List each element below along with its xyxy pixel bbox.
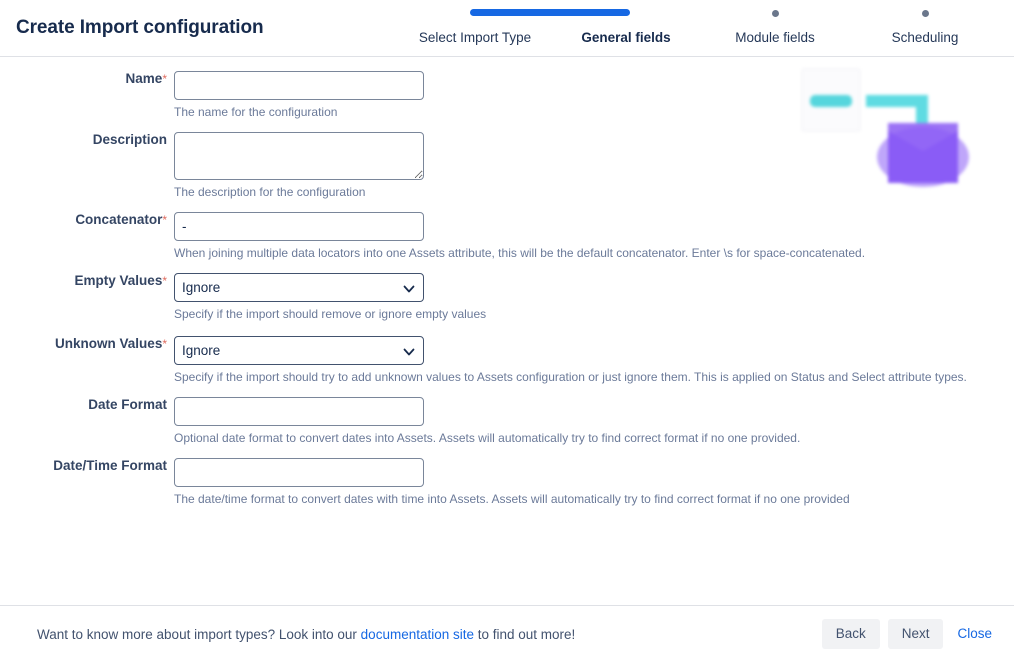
field-name: Name* The name for the configuration	[0, 71, 1014, 119]
import-configuration-wizard: Create Import configuration Select Impor…	[0, 0, 1014, 663]
field-control-empty-values: Ignore Specify if the import should remo…	[174, 273, 1014, 321]
step-scheduling[interactable]: Scheduling	[850, 0, 1000, 46]
step-module-fields[interactable]: Module fields	[700, 0, 850, 46]
step-general-fields[interactable]: General fields	[551, 0, 701, 46]
help-text-concatenator: When joining multiple data locators into…	[174, 246, 866, 260]
step-marker-select-import-type	[395, 0, 630, 22]
step-label-module-fields: Module fields	[735, 30, 815, 45]
name-input[interactable]	[174, 71, 424, 100]
date-format-input[interactable]	[174, 397, 424, 426]
step-label-general-fields: General fields	[581, 30, 671, 45]
field-label-empty-values: Empty Values*	[74, 273, 167, 288]
field-date-time-format: Date/Time Format The date/time format to…	[0, 458, 1014, 506]
footer-note: Want to know more about import types? Lo…	[37, 627, 575, 642]
wizard-step-indicator: Select Import Type General fields Module…	[395, 0, 1014, 57]
step-marker-general-fields	[551, 0, 701, 22]
field-control-unknown-values: Ignore Specify if the import should try …	[174, 336, 1014, 384]
footer-button-group: Back Next Close	[821, 619, 998, 649]
unknown-values-select-wrap[interactable]: Ignore	[174, 336, 424, 365]
field-label-date-time-format: Date/Time Format	[53, 458, 167, 473]
field-control-date-format: Optional date format to convert dates in…	[174, 397, 1014, 445]
field-label-name: Name*	[125, 71, 167, 86]
help-text-date-time-format: The date/time format to convert dates wi…	[174, 492, 850, 506]
field-label-concatenator: Concatenator*	[75, 212, 167, 227]
required-marker: *	[162, 72, 167, 86]
field-concatenator: Concatenator* When joining multiple data…	[0, 212, 1014, 260]
empty-values-select-wrap[interactable]: Ignore	[174, 273, 424, 302]
field-empty-values: Empty Values* Ignore Specify if the impo…	[0, 273, 1014, 321]
step-select-import-type[interactable]: Select Import Type	[395, 0, 630, 46]
field-description: Description The description for the conf…	[0, 132, 1014, 199]
required-marker: *	[162, 213, 167, 227]
required-marker: *	[162, 337, 167, 351]
general-fields-form: Name* The name for the configuration Des…	[0, 57, 1014, 506]
step-dot-icon	[921, 10, 929, 17]
wizard-body: Name* The name for the configuration Des…	[0, 57, 1014, 604]
footer-note-after: to find out more!	[474, 627, 576, 642]
field-control-concatenator: When joining multiple data locators into…	[174, 212, 1014, 260]
step-label-select-import-type: Select Import Type	[418, 30, 532, 45]
field-label-unknown-values: Unknown Values*	[55, 336, 167, 351]
footer-note-before: Want to know more about import types? Lo…	[37, 627, 361, 642]
field-label-date-format: Date Format	[88, 397, 167, 412]
field-control-name: The name for the configuration	[174, 71, 1014, 119]
empty-values-select[interactable]: Ignore	[174, 273, 424, 302]
help-text-empty-values: Specify if the import should remove or i…	[174, 307, 487, 321]
description-textarea[interactable]	[174, 132, 424, 180]
documentation-site-link[interactable]: documentation site	[361, 627, 474, 642]
page-title: Create Import configuration	[16, 17, 264, 38]
field-date-format: Date Format Optional date format to conv…	[0, 397, 1014, 445]
help-text-date-format: Optional date format to convert dates in…	[174, 431, 801, 445]
date-time-format-input[interactable]	[174, 458, 424, 487]
help-text-description: The description for the configuration	[174, 185, 366, 199]
step-marker-module-fields	[700, 0, 850, 22]
help-text-unknown-values: Specify if the import should try to add …	[174, 370, 967, 384]
required-marker: *	[162, 274, 167, 288]
field-label-description: Description	[92, 132, 167, 147]
wizard-footer: Want to know more about import types? Lo…	[0, 605, 1014, 663]
field-unknown-values: Unknown Values* Ignore Specify if the im…	[0, 336, 1014, 384]
step-marker-scheduling	[850, 0, 1000, 22]
help-text-name: The name for the configuration	[174, 105, 338, 119]
step-dot-icon	[771, 10, 779, 17]
step-label-scheduling: Scheduling	[891, 30, 959, 45]
close-button[interactable]: Close	[951, 619, 998, 649]
field-control-date-time-format: The date/time format to convert dates wi…	[174, 458, 1014, 506]
back-button[interactable]: Back	[821, 619, 880, 649]
concatenator-input[interactable]	[174, 212, 424, 241]
unknown-values-select[interactable]: Ignore	[174, 336, 424, 365]
next-button[interactable]: Next	[887, 619, 944, 649]
field-control-description: The description for the configuration	[174, 132, 1014, 199]
wizard-header: Create Import configuration Select Impor…	[0, 0, 1014, 57]
